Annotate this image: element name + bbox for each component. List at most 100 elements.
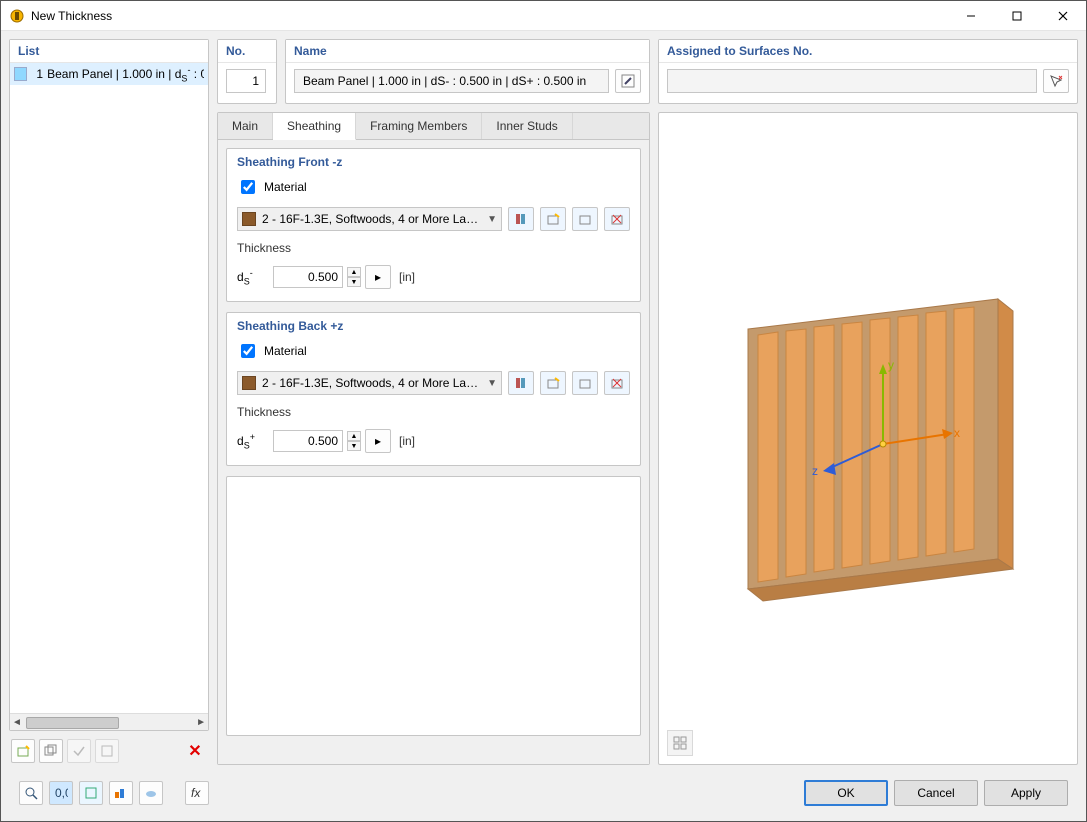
front-thickness-pick-button[interactable]: ▸	[365, 265, 391, 289]
back-material-value: 2 - 16F-1.3E, Softwoods, 4 or More Lams …	[262, 376, 481, 390]
render-button[interactable]	[139, 781, 163, 805]
search-icon	[24, 786, 38, 800]
tab-framing[interactable]: Framing Members	[356, 113, 482, 139]
material-delete-button[interactable]	[604, 371, 630, 395]
back-material-combo[interactable]: 2 - 16F-1.3E, Softwoods, 4 or More Lams …	[237, 371, 502, 395]
material-library-button[interactable]	[508, 207, 534, 231]
tab-main[interactable]: Main	[218, 113, 273, 139]
color-legend-button[interactable]	[109, 781, 133, 805]
section-title-front: Sheathing Front -z	[227, 149, 640, 175]
grid-icon	[673, 736, 687, 750]
list-item-label: Beam Panel | 1.000 in | dS- : 0.50	[47, 65, 204, 83]
top-row: No. Name Beam Panel | 1.000 in | dS- : 0…	[217, 39, 650, 104]
tab-content: Sheathing Front -z Material 2 - 16F-1	[218, 140, 649, 764]
front-d-label: dS-	[237, 268, 265, 286]
list-toolbar: ✕	[9, 737, 209, 765]
cancel-button[interactable]: Cancel	[894, 780, 978, 806]
fx-icon: fx	[190, 786, 204, 800]
front-thickness-row: dS- 0.500 ▲ ▼ ▸ [i	[237, 265, 630, 289]
material-new-button[interactable]	[540, 207, 566, 231]
preview-body[interactable]: y x z	[659, 113, 1077, 764]
chevron-down-icon: ▼	[487, 378, 497, 389]
name-header: Name	[286, 40, 649, 63]
units-button[interactable]: 0,00	[49, 781, 73, 805]
decimal-icon: 0,00	[54, 786, 68, 800]
svg-text:z: z	[812, 464, 818, 478]
front-material-checkbox[interactable]	[241, 180, 255, 194]
app-window: New Thickness List 1 Beam Panel | 1.	[0, 0, 1087, 822]
list-panel: List 1 Beam Panel | 1.000 in | dS- : 0.5…	[9, 39, 209, 731]
maximize-button[interactable]	[994, 1, 1040, 30]
close-button[interactable]	[1040, 1, 1086, 30]
assigned-input[interactable]	[667, 69, 1037, 93]
new-item-button[interactable]	[11, 739, 35, 763]
front-thickness-spinner[interactable]: ▲ ▼	[347, 267, 361, 287]
front-material-row: 2 - 16F-1.3E, Softwoods, 4 or More Lams …	[237, 207, 630, 231]
cloud-icon	[144, 786, 158, 800]
front-material-check-row[interactable]: Material	[237, 177, 630, 197]
function-button[interactable]: fx	[185, 781, 209, 805]
name-input[interactable]: Beam Panel | 1.000 in | dS- : 0.500 in |…	[294, 69, 609, 93]
tabstrip: Main Sheathing Framing Members Inner Stu…	[218, 113, 649, 140]
rename-button[interactable]	[615, 69, 641, 93]
spin-down-icon[interactable]: ▼	[347, 441, 361, 451]
assigned-pick-button[interactable]	[1043, 69, 1069, 93]
front-thickness-input[interactable]: 0.500	[273, 266, 343, 288]
material-delete-button[interactable]	[604, 207, 630, 231]
bottom-bar: 0,00 fx OK Cancel Apply	[9, 773, 1078, 813]
view-toggle-button[interactable]	[79, 781, 103, 805]
material-edit-button[interactable]	[572, 371, 598, 395]
no-header: No.	[218, 40, 276, 63]
preview-settings-button[interactable]	[667, 730, 693, 756]
spin-down-icon[interactable]: ▼	[347, 277, 361, 287]
material-swatch-icon	[242, 212, 256, 226]
material-edit-button[interactable]	[572, 207, 598, 231]
list-item-num: 1	[31, 67, 43, 81]
front-material-value: 2 - 16F-1.3E, Softwoods, 4 or More Lams …	[262, 212, 481, 226]
material-new-button[interactable]	[540, 371, 566, 395]
tab-inner-studs[interactable]: Inner Studs	[482, 113, 572, 139]
edit-icon	[578, 376, 592, 390]
titlebar: New Thickness	[1, 1, 1086, 31]
svg-text:0,00: 0,00	[55, 786, 68, 800]
list-header: List	[10, 40, 208, 63]
back-material-row: 2 - 16F-1.3E, Softwoods, 4 or More Lams …	[237, 371, 630, 395]
back-material-checkbox[interactable]	[241, 344, 255, 358]
back-material-check-row[interactable]: Material	[237, 341, 630, 361]
right-column: Assigned to Surfaces No.	[658, 39, 1078, 765]
window-title: New Thickness	[31, 9, 948, 23]
front-material-combo[interactable]: 2 - 16F-1.3E, Softwoods, 4 or More Lams …	[237, 207, 502, 231]
section-sheathing-back: Sheathing Back +z Material 2 - 16F-1.	[226, 312, 641, 466]
back-thickness-spinner[interactable]: ▲ ▼	[347, 431, 361, 451]
help-button[interactable]	[19, 781, 43, 805]
back-d-label: dS+	[237, 432, 265, 450]
spin-up-icon[interactable]: ▲	[347, 431, 361, 441]
back-material-label: Material	[264, 344, 307, 358]
scroll-thumb[interactable]	[26, 717, 192, 727]
material-library-button[interactable]	[508, 371, 534, 395]
section-title-back: Sheathing Back +z	[227, 313, 640, 339]
check-item-button	[67, 739, 91, 763]
scroll-left-arrow[interactable]: ◄	[12, 717, 22, 728]
new-icon	[546, 376, 560, 390]
list-item[interactable]: 1 Beam Panel | 1.000 in | dS- : 0.50	[10, 63, 208, 85]
tab-sheathing[interactable]: Sheathing	[273, 113, 356, 140]
assigned-panel: Assigned to Surfaces No.	[658, 39, 1078, 104]
scroll-right-arrow[interactable]: ►	[196, 717, 206, 728]
preview-3d-icon: y x z	[708, 269, 1028, 609]
copy-item-button[interactable]	[39, 739, 63, 763]
window-buttons	[948, 1, 1086, 30]
back-thickness-input[interactable]: 0.500	[273, 430, 343, 452]
upper-area: List 1 Beam Panel | 1.000 in | dS- : 0.5…	[9, 39, 1078, 765]
front-thickness-unit: [in]	[399, 270, 415, 284]
ok-button[interactable]: OK	[804, 780, 888, 806]
book-icon	[514, 376, 528, 390]
minimize-button[interactable]	[948, 1, 994, 30]
list-horizontal-scrollbar[interactable]: ◄ ►	[10, 713, 208, 730]
no-input[interactable]	[226, 69, 266, 93]
apply-button[interactable]: Apply	[984, 780, 1068, 806]
back-thickness-pick-button[interactable]: ▸	[365, 429, 391, 453]
spin-up-icon[interactable]: ▲	[347, 267, 361, 277]
middle-column: No. Name Beam Panel | 1.000 in | dS- : 0…	[217, 39, 650, 765]
delete-item-button[interactable]: ✕	[183, 739, 207, 763]
